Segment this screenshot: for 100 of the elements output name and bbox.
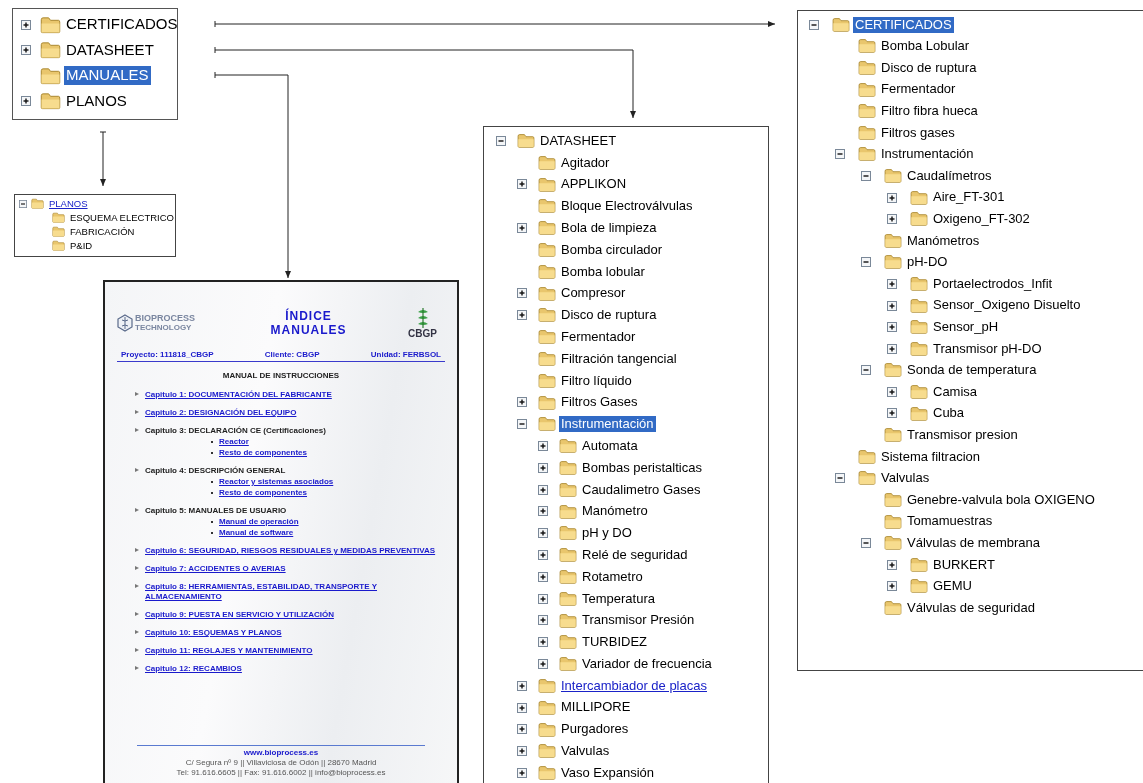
folder-label[interactable]: Válvulas de seguridad — [905, 599, 1037, 616]
chapter-link[interactable]: Capitulo 12: RECAMBIOS — [145, 664, 242, 674]
plus-icon[interactable] — [887, 192, 897, 203]
folder-label[interactable]: BURKERT — [931, 556, 997, 573]
plus-icon[interactable] — [21, 19, 31, 30]
plus-icon[interactable] — [538, 484, 548, 495]
folder-label[interactable]: Manómetro — [580, 503, 650, 520]
subsection-link[interactable]: Manual de operación — [219, 516, 299, 527]
plus-icon[interactable] — [517, 724, 527, 735]
minus-icon[interactable] — [835, 149, 845, 160]
plus-icon[interactable] — [538, 659, 548, 669]
folder-label[interactable]: CERTIFICADOS — [853, 16, 954, 33]
minus-icon[interactable] — [861, 257, 871, 268]
chapter-link[interactable]: Capitulo 10: ESQUEMAS Y PLANOS — [145, 628, 282, 638]
folder-label[interactable]: Filtración tangencial — [559, 350, 679, 367]
folder-label[interactable]: PLANOS — [47, 198, 90, 210]
folder-label[interactable]: Temperatura — [580, 590, 657, 607]
folder-label[interactable]: Instrumentación — [879, 146, 976, 163]
folder-label[interactable]: Caudalimetro Gases — [580, 481, 703, 498]
folder-label[interactable]: Vaso Expansión — [559, 764, 656, 782]
folder-label[interactable]: CERTIFICADOS — [64, 15, 180, 35]
chapter-link[interactable]: Capitulo 1: DOCUMENTACIÓN DEL FABRICANTE — [145, 390, 332, 400]
minus-icon[interactable] — [809, 19, 819, 30]
folder-label[interactable]: Tomamuestras — [905, 513, 995, 530]
folder-label[interactable]: pH y DO — [580, 525, 634, 542]
folder-label[interactable]: Sistema filtracion — [879, 448, 982, 465]
folder-label[interactable]: Caudalímetros — [905, 167, 994, 185]
folder-label[interactable]: Fermentador — [879, 81, 958, 98]
folder-label[interactable]: Bloque Electroválvulas — [559, 198, 695, 215]
folder-label[interactable]: ESQUEMA ELECTRICO — [68, 212, 176, 224]
plus-icon[interactable] — [517, 310, 527, 321]
folder-label[interactable]: Instrumentación — [559, 416, 656, 433]
plus-icon[interactable] — [538, 550, 548, 561]
folder-label[interactable]: Filtros Gases — [559, 394, 640, 411]
folder-label[interactable]: Portaelectrodos_Infit — [931, 275, 1055, 293]
folder-label[interactable]: Cuba — [931, 405, 967, 422]
folder-label[interactable]: MANUALES — [64, 66, 151, 86]
plus-icon[interactable] — [517, 746, 527, 757]
minus-icon[interactable] — [19, 200, 27, 208]
plus-icon[interactable] — [887, 559, 897, 570]
plus-icon[interactable] — [887, 214, 897, 225]
plus-icon[interactable] — [538, 528, 548, 539]
minus-icon[interactable] — [517, 419, 527, 430]
chapter-link[interactable]: Capitulo 2: DESIGNACIÓN DEL EQUIPO — [145, 408, 297, 418]
plus-icon[interactable] — [887, 278, 897, 289]
subsection-link[interactable]: Manual de software — [219, 527, 294, 538]
subsection-link[interactable]: Resto de componentes — [219, 447, 307, 458]
plus-icon[interactable] — [538, 571, 548, 582]
folder-label[interactable]: Valvulas — [879, 470, 932, 487]
folder-label[interactable]: Transmisor Presión — [580, 612, 697, 629]
folder-label[interactable]: Disco de ruptura — [559, 307, 659, 324]
folder-label[interactable]: Bombas peristalticas — [580, 459, 704, 476]
folder-label[interactable]: FABRICACIÓN — [68, 226, 137, 238]
subsection-link[interactable]: Resto de componentes — [219, 487, 307, 498]
chapter-link[interactable]: Capitulo 11: REGLAJES Y MANTENIMIENTO — [145, 646, 313, 656]
folder-label[interactable]: Bola de limpieza — [559, 219, 659, 237]
plus-icon[interactable] — [21, 96, 31, 107]
plus-icon[interactable] — [538, 441, 548, 452]
folder-label[interactable]: Purgadores — [559, 721, 631, 738]
folder-label[interactable]: APPLIKON — [559, 176, 629, 193]
folder-label[interactable]: MILLIPORE — [559, 699, 633, 716]
folder-label[interactable]: Oxigeno_FT-302 — [931, 211, 1032, 228]
folder-label[interactable]: Disco de ruptura — [879, 59, 979, 77]
folder-label[interactable]: Compresor — [559, 285, 628, 302]
plus-icon[interactable] — [538, 506, 548, 517]
plus-icon[interactable] — [538, 637, 548, 648]
folder-label[interactable]: DATASHEET — [538, 132, 619, 149]
folder-label[interactable]: Intercambiador de placas — [559, 677, 709, 694]
folder-label[interactable]: Genebre-valvula bola OXIGENO — [905, 491, 1097, 508]
folder-label[interactable]: Bomba Lobular — [879, 38, 972, 55]
folder-label[interactable]: Transmisor presion — [905, 426, 1020, 444]
chapter-link[interactable]: Capitulo 8: HERRAMIENTAS, ESTABILIDAD, TRANSPORTE Y ALMACENAMIENTO — [145, 582, 445, 602]
plus-icon[interactable] — [517, 179, 527, 190]
subsection-link[interactable]: Reactor — [219, 436, 249, 447]
folder-label[interactable]: Variador de frecuencia — [580, 655, 714, 673]
folder-label[interactable]: Automata — [580, 437, 640, 455]
folder-label[interactable]: Rotametro — [580, 568, 645, 585]
folder-label[interactable]: Sensor_pH — [931, 319, 1001, 336]
folder-label[interactable]: Bomba circulador — [559, 241, 665, 258]
folder-label[interactable]: Fermentador — [559, 328, 638, 346]
folder-label[interactable]: Valvulas — [559, 743, 612, 760]
folder-label[interactable]: Relé de seguridad — [580, 546, 690, 564]
subsection-link[interactable]: Reactor y sistemas asociados — [219, 476, 334, 487]
plus-icon[interactable] — [887, 408, 897, 419]
folder-label[interactable]: Transmisor pH-DO — [931, 340, 1044, 357]
folder-label[interactable]: Manómetros — [905, 232, 982, 249]
folder-label[interactable]: Bomba lobular — [559, 263, 647, 280]
folder-label[interactable]: Camisa — [931, 383, 980, 400]
folder-label[interactable]: Válvulas de membrana — [905, 534, 1042, 552]
plus-icon[interactable] — [517, 397, 527, 408]
folder-label[interactable]: Filtro líquido — [559, 372, 634, 389]
plus-icon[interactable] — [538, 615, 548, 626]
plus-icon[interactable] — [517, 288, 527, 299]
plus-icon[interactable] — [538, 593, 548, 604]
folder-label[interactable]: P&ID — [68, 240, 95, 252]
plus-icon[interactable] — [887, 343, 897, 354]
plus-icon[interactable] — [887, 322, 897, 333]
minus-icon[interactable] — [496, 135, 506, 146]
folder-label[interactable]: Filtro fibra hueca — [879, 103, 980, 120]
plus-icon[interactable] — [517, 702, 527, 713]
